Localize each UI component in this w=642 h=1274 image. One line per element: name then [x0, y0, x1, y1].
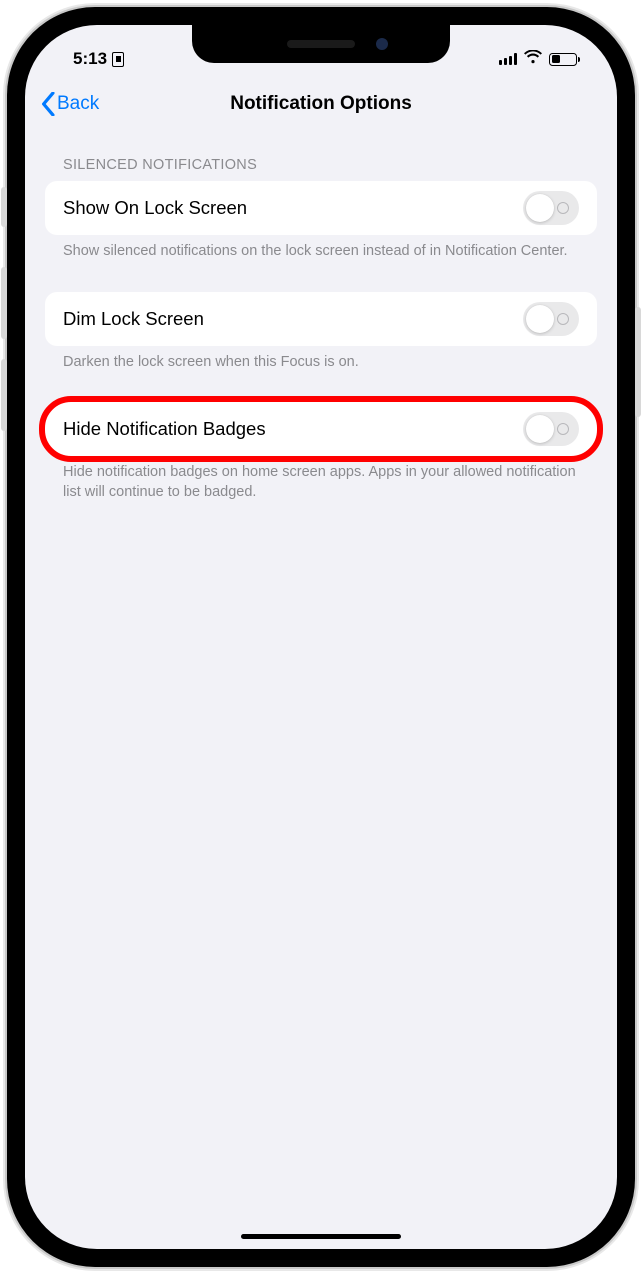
row-show-on-lock-screen[interactable]: Show On Lock Screen — [45, 181, 597, 235]
mute-switch — [1, 187, 7, 227]
toggle-dim-lock-screen[interactable] — [523, 302, 579, 336]
section-silenced-notifications: SILENCED NOTIFICATIONS Show On Lock Scre… — [45, 157, 597, 262]
speaker-grille — [287, 40, 355, 48]
section-hide-notification-badges: Hide Notification Badges Hide notificati… — [45, 402, 597, 502]
battery-icon — [549, 53, 577, 66]
page-title: Notification Options — [230, 93, 412, 115]
front-camera — [376, 38, 388, 50]
home-indicator[interactable] — [241, 1234, 401, 1239]
row-label: Dim Lock Screen — [63, 308, 204, 330]
row-label: Show On Lock Screen — [63, 197, 247, 219]
phone-frame: 5:13 Back Notification Options SILENCED … — [7, 7, 635, 1267]
power-button — [635, 307, 641, 417]
row-hide-notification-badges[interactable]: Hide Notification Badges — [45, 402, 597, 456]
screen: 5:13 Back Notification Options SILENCED … — [25, 25, 617, 1249]
status-left: 5:13 — [59, 49, 124, 69]
section-dim-lock-screen: Dim Lock Screen Darken the lock screen w… — [45, 292, 597, 373]
section-header: SILENCED NOTIFICATIONS — [45, 157, 597, 181]
row-dim-lock-screen[interactable]: Dim Lock Screen — [45, 292, 597, 346]
back-label: Back — [57, 93, 99, 115]
content[interactable]: SILENCED NOTIFICATIONS Show On Lock Scre… — [25, 129, 617, 502]
navigation-bar: Back Notification Options — [25, 79, 617, 129]
row-label: Hide Notification Badges — [63, 418, 266, 440]
status-right — [499, 49, 584, 69]
volume-down-button — [1, 359, 7, 431]
volume-up-button — [1, 267, 7, 339]
cellular-signal-icon — [499, 53, 518, 65]
toggle-show-on-lock-screen[interactable] — [523, 191, 579, 225]
chevron-left-icon — [41, 92, 55, 116]
section-footer: Darken the lock screen when this Focus i… — [45, 346, 597, 373]
notch — [192, 25, 450, 63]
toggle-hide-notification-badges[interactable] — [523, 412, 579, 446]
section-footer: Show silenced notifications on the lock … — [45, 235, 597, 262]
sim-icon — [112, 52, 124, 67]
back-button[interactable]: Back — [35, 92, 99, 116]
wifi-icon — [524, 49, 542, 69]
section-footer: Hide notification badges on home screen … — [45, 456, 597, 502]
status-time: 5:13 — [73, 49, 107, 69]
